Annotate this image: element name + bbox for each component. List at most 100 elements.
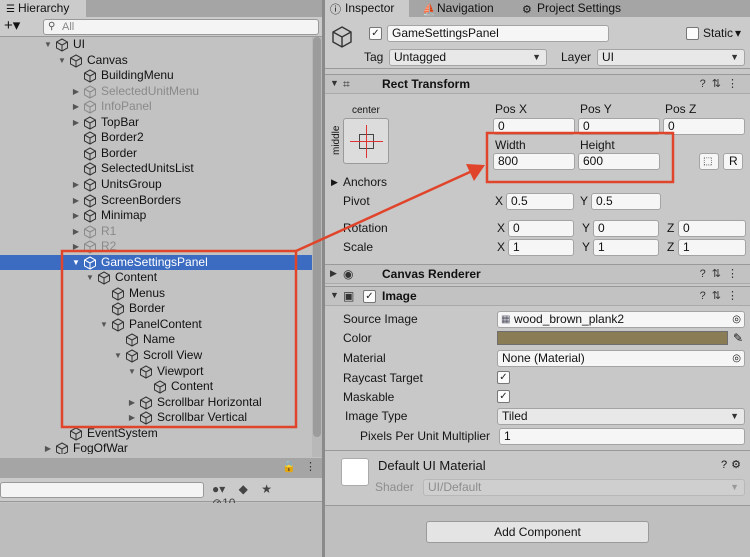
layer-dropdown[interactable]: UI ▼ [597,49,745,66]
anchor-presets-button[interactable] [343,118,389,164]
collapsed-arrow-icon[interactable]: ▶ [71,208,81,224]
rotation-x-field[interactable]: 0 [508,220,574,237]
expand-arrow-icon[interactable]: ▶ [330,268,337,279]
expanded-arrow-icon[interactable]: ▼ [71,255,81,271]
object-picker-icon[interactable]: ◎ [732,312,741,327]
collapsed-arrow-icon[interactable]: ▶ [127,395,137,411]
hierarchy-item[interactable]: ▶ Scrollbar Horizontal [0,395,312,411]
blueprint-mode-button[interactable]: ⬚ [699,153,719,170]
anchors-expand-arrow-icon[interactable]: ▶ [331,175,338,190]
more-options-icon[interactable]: ⋮ [727,268,744,280]
project-search-input[interactable] [0,482,204,498]
collapse-arrow-icon[interactable]: ▼ [330,78,339,88]
filter-by-label-icon[interactable]: ◆ [239,482,248,496]
hierarchy-tab[interactable]: ☰ Hierarchy [0,0,86,17]
help-icon[interactable]: ? [721,459,731,471]
canvas-renderer-header[interactable]: ▶ ◉ Canvas Renderer ?⇅⋮ [325,264,750,284]
expanded-arrow-icon[interactable]: ▼ [99,317,109,333]
image-enabled-checkbox[interactable]: ✓ [363,290,376,303]
hierarchy-item[interactable]: ▼ UI [0,37,312,53]
favorites-star-icon[interactable]: ★ [261,482,272,496]
hierarchy-item[interactable]: ▶ FogOfWar [0,441,312,454]
hierarchy-item[interactable]: SelectedUnitsList [0,161,312,177]
gameobject-name-field[interactable]: GameSettingsPanel [387,25,609,42]
tab-navigation[interactable]: ⛵ Navigation [417,0,511,17]
hierarchy-item[interactable]: ▶ SelectedUnitMenu [0,84,312,100]
hierarchy-item[interactable]: ▼ Viewport [0,364,312,380]
rect-transform-header[interactable]: ▼ ⌗ Rect Transform ?⇅⋮ [325,74,750,94]
gear-icon[interactable]: ⚙ [731,459,745,471]
collapsed-arrow-icon[interactable]: ▶ [71,84,81,100]
rotation-y-field[interactable]: 0 [593,220,659,237]
hierarchy-item[interactable]: ▶ R1 [0,224,312,240]
expanded-arrow-icon[interactable]: ▼ [43,37,53,53]
hierarchy-item[interactable]: Name [0,332,312,348]
rotation-z-field[interactable]: 0 [678,220,746,237]
hierarchy-item[interactable]: ▶ R2 [0,239,312,255]
collapsed-arrow-icon[interactable]: ▶ [71,115,81,131]
collapsed-arrow-icon[interactable]: ▶ [71,177,81,193]
create-dropdown-button[interactable]: +▾ [4,18,32,35]
expanded-arrow-icon[interactable]: ▼ [57,53,67,69]
hierarchy-item[interactable]: ▶ InfoPanel [0,99,312,115]
scrollbar-thumb[interactable] [313,37,321,437]
raw-edit-button[interactable]: R [723,153,743,170]
expanded-arrow-icon[interactable]: ▼ [113,348,123,364]
pos-z-field[interactable]: 0 [663,118,745,135]
eyedropper-icon[interactable]: ✎ [733,331,743,346]
static-checkbox[interactable] [686,27,699,40]
height-field[interactable]: 600 [578,153,660,170]
width-field[interactable]: 800 [493,153,575,170]
scale-z-field[interactable]: 1 [678,239,746,256]
collapsed-arrow-icon[interactable]: ▶ [71,99,81,115]
pivot-y-field[interactable]: 0.5 [591,193,661,210]
lock-icon[interactable]: 🔒 [282,461,296,473]
hierarchy-item[interactable]: ▶ TopBar [0,115,312,131]
hierarchy-item[interactable]: ▼ PanelContent [0,317,312,333]
more-options-icon[interactable]: ⋮ [727,290,744,302]
presets-icon[interactable]: ⇅ [712,290,727,302]
filter-by-type-icon[interactable]: ●▾ [212,482,225,496]
material-field[interactable]: None (Material) ◎ [497,350,745,367]
hierarchy-item[interactable]: ▶ Minimap [0,208,312,224]
presets-icon[interactable]: ⇅ [712,268,727,280]
hierarchy-item[interactable]: Border2 [0,130,312,146]
hierarchy-item[interactable]: ▼ Canvas [0,53,312,69]
hierarchy-item[interactable]: Content [0,379,312,395]
raycast-target-checkbox[interactable]: ✓ [497,371,510,384]
active-checkbox[interactable]: ✓ [369,27,382,40]
help-icon[interactable]: ? [700,78,712,90]
collapsed-arrow-icon[interactable]: ▶ [71,193,81,209]
hierarchy-item[interactable]: ▶ UnitsGroup [0,177,312,193]
hierarchy-item[interactable]: ▶ ScreenBorders [0,193,312,209]
expanded-arrow-icon[interactable]: ▼ [85,270,95,286]
pivot-x-field[interactable]: 0.5 [506,193,574,210]
add-component-button[interactable]: Add Component [426,521,649,543]
image-type-dropdown[interactable]: Tiled ▼ [497,408,745,425]
pos-y-field[interactable]: 0 [578,118,660,135]
more-options-icon[interactable]: ⋮ [727,78,744,90]
scale-x-field[interactable]: 1 [508,239,574,256]
ppu-multiplier-field[interactable]: 1 [499,428,745,445]
hierarchy-search-input[interactable]: ⚲ All [43,19,319,35]
static-dropdown-caret[interactable]: ▾ [735,26,741,41]
scale-y-field[interactable]: 1 [593,239,659,256]
hierarchy-item[interactable]: BuildingMenu [0,68,312,84]
collapsed-arrow-icon[interactable]: ▶ [43,441,53,454]
help-icon[interactable]: ? [700,268,712,280]
presets-icon[interactable]: ⇅ [712,78,727,90]
source-image-field[interactable]: ▦ wood_brown_plank2 ◎ [497,311,745,328]
hierarchy-item[interactable]: ▼ Content [0,270,312,286]
hierarchy-item[interactable]: EventSystem [0,426,312,442]
maskable-checkbox[interactable]: ✓ [497,390,510,403]
expanded-arrow-icon[interactable]: ▼ [127,364,137,380]
hierarchy-item[interactable]: Border [0,146,312,162]
tab-project-settings[interactable]: ⚙ Project Settings [517,0,637,17]
pos-x-field[interactable]: 0 [493,118,575,135]
color-swatch[interactable] [497,331,728,345]
help-icon[interactable]: ? [700,290,712,302]
image-component-header[interactable]: ▼ ▣ ✓ Image ?⇅⋮ [325,286,750,306]
tab-inspector[interactable]: ⓘ Inspector [325,0,409,17]
tag-dropdown[interactable]: Untagged ▼ [389,49,547,66]
object-picker-icon[interactable]: ◎ [732,351,741,366]
